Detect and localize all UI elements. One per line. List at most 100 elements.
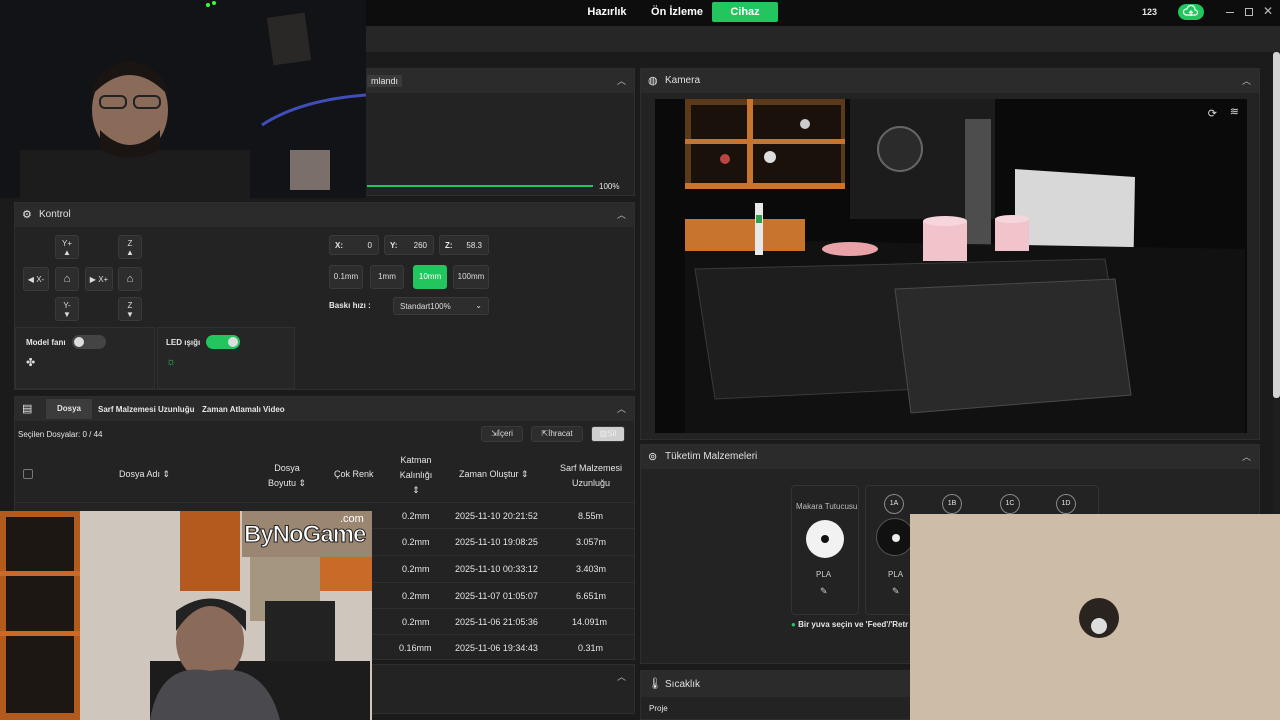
restore-icon[interactable] bbox=[1245, 8, 1253, 16]
selected-files-label: Seçilen Dosyalar: 0 / 44 bbox=[18, 430, 103, 439]
row-created: 2025-11-10 00:33:12 bbox=[455, 564, 538, 574]
row-filament: 6.651m bbox=[576, 591, 607, 601]
x-coord-value: 0 bbox=[367, 241, 372, 250]
minimize-icon[interactable] bbox=[1226, 12, 1234, 13]
import-button[interactable]: ⇲İçeri bbox=[481, 426, 523, 442]
z-coordinate: Z: 58.3 bbox=[439, 235, 489, 255]
tab-preview[interactable]: Ön İzleme bbox=[648, 2, 706, 22]
jog-y-plus-button[interactable]: Y+ ▲ bbox=[55, 235, 79, 259]
row-filament: 14.091m bbox=[572, 617, 608, 627]
step-1mm-button[interactable]: 1mm bbox=[370, 265, 404, 289]
consumables-title: Tüketim Malzemeleri bbox=[665, 451, 758, 462]
files-panel-header: ▤ Dosya Sarf Malzemesi Uzunluğu Zaman At… bbox=[15, 397, 634, 421]
edit-icon[interactable]: ✎ bbox=[820, 586, 828, 597]
slot-1a[interactable]: 1A bbox=[884, 494, 904, 514]
camera-panel: ◍ Kamera ︿ ⟳ ≋ bbox=[640, 68, 1260, 440]
led-label: LED ışığı bbox=[166, 338, 201, 347]
jog-z-up-button[interactable]: Z ▲ bbox=[118, 235, 142, 259]
print-speed-label: Baskı hızı : bbox=[329, 301, 371, 310]
print-speed-value: Standart100% bbox=[400, 302, 451, 311]
webcam-overlay-bottom: .com ByNoGame bbox=[0, 511, 372, 720]
row-filament: 8.55m bbox=[578, 511, 604, 521]
spool-holder-card[interactable]: Makara Tutucusu PLA ✎ bbox=[791, 485, 859, 615]
print-speed-select[interactable]: Standart100% ⌄ bbox=[393, 297, 489, 315]
delete-label: Sil bbox=[607, 429, 617, 438]
col-layer-label-1: Katman bbox=[400, 455, 432, 465]
row-created: 2025-11-10 20:21:52 bbox=[455, 511, 538, 521]
import-label: İçeri bbox=[497, 429, 513, 438]
home-xy-button[interactable]: ⌂ bbox=[55, 267, 79, 291]
col-created[interactable]: Zaman Oluştur ⇕ bbox=[459, 469, 529, 480]
chevron-up-icon[interactable]: ︿ bbox=[617, 74, 626, 87]
jog-y-minus-button[interactable]: Y- ▼ bbox=[55, 297, 79, 321]
sort-icon: ⇕ bbox=[412, 485, 420, 495]
row-created: 2025-11-10 19:08:25 bbox=[455, 537, 538, 547]
y-coordinate: Y: 260 bbox=[384, 235, 434, 255]
user-label[interactable]: 123 bbox=[1142, 7, 1157, 17]
arrow-down-icon: ▼ bbox=[63, 310, 71, 319]
chevron-up-icon[interactable]: ︿ bbox=[1242, 450, 1251, 463]
z-coord-label: Z: bbox=[445, 241, 453, 250]
lightbulb-icon: ☼ bbox=[166, 356, 177, 368]
sort-icon: ⇕ bbox=[298, 478, 307, 488]
slot-1b[interactable]: 1B bbox=[942, 494, 962, 514]
chevron-up-icon[interactable]: ︿ bbox=[617, 402, 626, 415]
control-panel-header[interactable]: ⚙ Kontrol ︿ bbox=[15, 203, 634, 227]
step-0-1mm-button[interactable]: 0.1mm bbox=[329, 265, 363, 289]
spool-icon: ⊚ bbox=[648, 451, 658, 463]
wifi-icon: ≋ bbox=[1229, 106, 1239, 118]
step-10mm-button[interactable]: 10mm bbox=[413, 265, 447, 289]
jog-z-down-button[interactable]: Z ▼ bbox=[118, 297, 142, 321]
cloud-upload-icon[interactable] bbox=[1178, 4, 1204, 20]
model-fan-label: Model fanı bbox=[26, 338, 66, 347]
spool-holder-label: Makara Tutucusu bbox=[796, 502, 858, 511]
chevron-up-icon[interactable]: ︿ bbox=[617, 208, 626, 221]
camera-title: Kamera bbox=[665, 75, 701, 86]
tab-preparation[interactable]: Hazırlık bbox=[580, 2, 634, 22]
col-file-size[interactable]: Dosya Boyutu ⇕ bbox=[267, 461, 307, 491]
tab-file[interactable]: Dosya bbox=[46, 399, 92, 419]
avatar bbox=[1079, 598, 1119, 638]
jog-x-plus-button[interactable]: ▶ X+ bbox=[85, 267, 113, 291]
sort-icon: ⇕ bbox=[162, 469, 171, 479]
chevron-up-icon[interactable]: ︿ bbox=[1242, 74, 1251, 87]
col-layer-thickness[interactable]: Katman Kalınlığı ⇕ bbox=[393, 453, 439, 498]
row-layer: 0.2mm bbox=[402, 564, 430, 574]
row-created: 2025-11-06 21:05:36 bbox=[455, 617, 538, 627]
export-button[interactable]: ⇱İhracat bbox=[531, 426, 583, 442]
edit-icon[interactable]: ✎ bbox=[892, 586, 900, 597]
step-100mm-button[interactable]: 100mm bbox=[453, 265, 489, 289]
spool-icon bbox=[806, 520, 844, 558]
tab-device[interactable]: Cihaz bbox=[712, 2, 778, 22]
filament-spool-icon[interactable] bbox=[876, 518, 914, 556]
select-all-checkbox[interactable] bbox=[23, 469, 33, 479]
slot-1d[interactable]: 1D bbox=[1056, 494, 1076, 514]
control-panel: ⚙ Kontrol ︿ Y+ ▲ Y- ▼ ◀ X- ⌂ ▶ X+ Z ▲ ⌂ Z ▼ … bbox=[14, 202, 635, 390]
model-fan-card: Model fanı ✤ bbox=[15, 327, 155, 389]
chevron-up-icon[interactable]: ︿ bbox=[617, 670, 626, 683]
y-coord-value: 260 bbox=[413, 241, 427, 250]
camera-panel-header[interactable]: ◍ Kamera ︿ bbox=[641, 69, 1259, 93]
consumables-panel-header[interactable]: ⊚ Tüketim Malzemeleri ︿ bbox=[641, 445, 1259, 469]
delete-button[interactable]: ▥Sil bbox=[591, 426, 625, 442]
home-z-button[interactable]: ⌂ bbox=[118, 267, 142, 291]
y-coord-label: Y: bbox=[390, 241, 398, 250]
slot-1c[interactable]: 1C bbox=[1000, 494, 1020, 514]
arrow-down-icon: ▼ bbox=[126, 310, 134, 319]
arrow-right-icon: ▶ bbox=[89, 275, 96, 284]
col-file-name[interactable]: Dosya Adı ⇕ bbox=[119, 469, 170, 480]
jog-x-minus-button[interactable]: ◀ X- bbox=[23, 267, 49, 291]
close-icon[interactable]: ✕ bbox=[1263, 4, 1273, 18]
gear-icon: ⚙ bbox=[22, 209, 32, 221]
model-fan-toggle[interactable] bbox=[72, 335, 106, 349]
led-toggle[interactable] bbox=[206, 335, 240, 349]
tab-filament-length[interactable]: Sarf Malzemesi Uzunluğu bbox=[98, 405, 194, 414]
refresh-icon[interactable]: ⟳ bbox=[1208, 107, 1217, 120]
status-dot-icon: ● bbox=[791, 620, 796, 629]
tab-timelapse[interactable]: Zaman Atlamalı Video bbox=[202, 405, 285, 414]
webcam-overlay-top bbox=[0, 0, 366, 198]
row-layer: 0.2mm bbox=[402, 537, 430, 547]
status-title: mlandı bbox=[367, 75, 403, 87]
col-created-label: Zaman Oluştur bbox=[459, 469, 519, 479]
jog-y-minus-label: Y- bbox=[63, 301, 71, 310]
